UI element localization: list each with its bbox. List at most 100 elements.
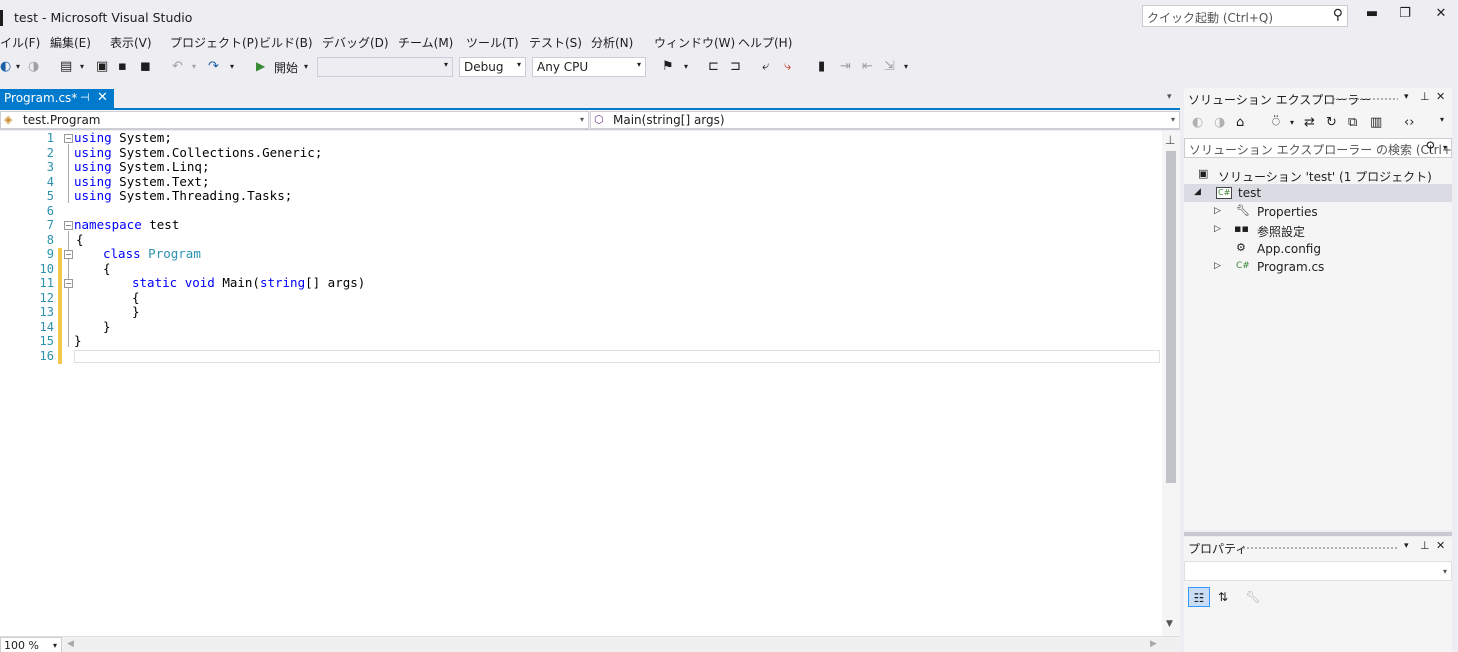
toggle-comment-icon[interactable]: ⊏ (708, 59, 719, 75)
filter-dropdown-icon[interactable]: ▾ (1290, 118, 1294, 127)
bookmark-clear-icon[interactable]: ⤷ (784, 59, 791, 75)
new-dropdown-icon[interactable]: ▾ (80, 59, 84, 75)
start-button[interactable]: 開始 (274, 59, 298, 76)
bookmark-next-icon[interactable]: ⇥ (840, 59, 851, 75)
menu-team[interactable]: チーム(M) (398, 34, 453, 51)
view-code-icon[interactable]: ‹› (1404, 115, 1414, 130)
menu-build[interactable]: ビルド(B) (259, 34, 313, 51)
back-icon[interactable]: ◐ (1192, 115, 1203, 130)
collapse-all-icon[interactable]: ⧉ (1348, 115, 1357, 130)
refresh-icon[interactable]: ↻ (1326, 115, 1337, 130)
menu-debug[interactable]: デバッグ(D) (322, 34, 389, 51)
collapse-icon[interactable]: − (64, 279, 73, 288)
show-all-files-icon[interactable]: ▥ (1370, 115, 1382, 130)
toolbar-overflow-icon[interactable]: ▾ (1440, 115, 1444, 124)
menu-file[interactable]: イル(F) (0, 34, 40, 51)
close-button[interactable]: ✕ (1431, 6, 1451, 24)
toolbar-overflow-icon[interactable]: ▾ (684, 59, 688, 75)
find-in-files-icon[interactable]: ⚑ (662, 59, 674, 75)
vertical-scrollbar[interactable]: ⊥ ▼ (1162, 131, 1180, 636)
collapsed-arrow-icon[interactable]: ▷ (1214, 224, 1221, 234)
scroll-left-icon[interactable]: ◀ (67, 639, 74, 649)
solution-search-input[interactable]: ソリューション エクスプローラー の検索 (Ctrl+;) ⚲ ▾ (1184, 138, 1458, 158)
menu-analyze[interactable]: 分析(N) (591, 34, 633, 51)
member-combo[interactable]: ⬡ Main(string[] args) ▾ (590, 111, 1180, 129)
pin-icon[interactable]: ⊣ (80, 91, 90, 104)
open-file-icon[interactable]: ▣ (96, 59, 108, 75)
start-dropdown-icon[interactable]: ▾ (304, 59, 308, 75)
scroll-right-icon[interactable]: ▶ (1150, 639, 1157, 649)
object-selector-combo[interactable]: ▾ (1184, 561, 1452, 581)
bookmark-delete-icon[interactable]: ⇲ (884, 59, 895, 75)
collapsed-arrow-icon[interactable]: ▷ (1214, 206, 1221, 216)
menu-help[interactable]: ヘルプ(H) (738, 34, 792, 51)
alphabetical-icon[interactable]: ⇅ (1212, 587, 1234, 607)
forward-icon[interactable]: ◑ (28, 59, 39, 75)
tree-item-project[interactable]: ◢ C# test (1184, 184, 1452, 202)
minimize-button[interactable]: ▬ (1362, 6, 1382, 24)
redo-icon[interactable]: ↷ (208, 59, 219, 75)
collapse-icon[interactable]: − (64, 221, 73, 230)
collapse-icon[interactable]: − (64, 250, 73, 259)
tree-item-references[interactable]: ▷ ▪▪ 参照設定 (1184, 221, 1452, 239)
startup-item-combo[interactable]: ▾ (317, 57, 453, 77)
property-pages-icon[interactable]: 🔧︎ (1242, 587, 1264, 607)
redo-dropdown-icon[interactable]: ▾ (230, 59, 234, 75)
code-editor[interactable]: 1 2 3 4 5 6 7 8 9 10 11 12 13 14 15 16 −… (0, 130, 1180, 636)
menu-window[interactable]: ウィンドウ(W) (654, 34, 735, 51)
new-project-icon[interactable]: ▤ (60, 59, 72, 75)
pin-icon[interactable]: ⊥ (1420, 90, 1430, 103)
tree-item-solution[interactable]: ▣ ソリューション 'test' (1 プロジェクト) (1184, 166, 1452, 184)
save-all-icon[interactable]: ◼ (140, 59, 151, 75)
search-icon[interactable]: ⚲ (1333, 7, 1343, 23)
forward-icon[interactable]: ◑ (1214, 115, 1225, 130)
configuration-combo[interactable]: Debug ▾ (459, 57, 526, 77)
platform-combo[interactable]: Any CPU ▾ (532, 57, 646, 77)
bookmark-prev-icon[interactable]: ⤶ (762, 59, 769, 75)
uncomment-icon[interactable]: ⊐ (730, 59, 741, 75)
window-position-icon[interactable]: ▾ (1404, 92, 1409, 102)
menu-edit[interactable]: 編集(E) (50, 34, 91, 51)
zoom-combo[interactable]: 100 % ▾ (0, 637, 62, 652)
bookmark-icon[interactable]: ▮ (818, 59, 825, 75)
chevron-down-icon[interactable]: ▾ (1443, 143, 1447, 152)
back-icon[interactable]: ◐ (0, 59, 11, 75)
close-icon[interactable]: ✕ (1436, 539, 1445, 552)
save-icon[interactable]: ▪ (118, 59, 127, 75)
window-position-icon[interactable]: ▾ (1404, 541, 1409, 551)
tree-item-properties[interactable]: ▷ 🔧︎ Properties (1184, 203, 1452, 221)
sync-icon[interactable]: ⇄ (1304, 115, 1315, 130)
expanded-arrow-icon[interactable]: ◢ (1194, 187, 1201, 197)
menu-project[interactable]: プロジェクト(P) (170, 34, 259, 51)
close-icon[interactable]: ✕ (97, 90, 108, 105)
tab-list-dropdown-icon[interactable]: ▾ (1167, 92, 1172, 102)
scroll-down-icon[interactable]: ▼ (1166, 619, 1173, 629)
restore-button[interactable]: ❐ (1395, 6, 1415, 24)
type-combo[interactable]: ◈ test.Program ▾ (0, 111, 589, 129)
panel-splitter[interactable] (1184, 532, 1452, 536)
tree-item-program-cs[interactable]: ▷ C# Program.cs (1184, 258, 1452, 276)
drag-grip[interactable] (1332, 97, 1398, 101)
back-dropdown-icon[interactable]: ▾ (16, 59, 20, 75)
bookmark-folder-icon[interactable]: ⇤ (862, 59, 873, 75)
split-handle-icon[interactable]: ⊥ (1165, 133, 1175, 147)
quick-launch-input[interactable]: クイック起動 (Ctrl+Q) ⚲ (1142, 5, 1348, 27)
tree-item-app-config[interactable]: ⚙ App.config (1184, 240, 1452, 258)
toolbar-overflow-icon[interactable]: ▾ (904, 59, 908, 75)
search-icon[interactable]: ⚲ (1425, 140, 1435, 155)
home-icon[interactable]: ⌂ (1236, 115, 1244, 130)
undo-dropdown-icon[interactable]: ▾ (192, 59, 196, 75)
undo-icon[interactable]: ↶ (172, 59, 183, 75)
menu-view[interactable]: 表示(V) (110, 34, 152, 51)
pending-changes-filter-icon[interactable]: ⍥ (1272, 115, 1280, 130)
tab-program-cs[interactable]: Program.cs* ⊣ ✕ (0, 89, 114, 108)
drag-grip[interactable] (1242, 546, 1398, 550)
collapse-icon[interactable]: − (64, 134, 73, 143)
menu-test[interactable]: テスト(S) (529, 34, 582, 51)
collapsed-arrow-icon[interactable]: ▷ (1214, 261, 1221, 271)
start-icon[interactable]: ▶ (256, 59, 265, 73)
menu-tools[interactable]: ツール(T) (466, 34, 519, 51)
pin-icon[interactable]: ⊥ (1420, 539, 1430, 552)
close-icon[interactable]: ✕ (1436, 90, 1445, 103)
scrollbar-thumb[interactable] (1166, 151, 1176, 483)
